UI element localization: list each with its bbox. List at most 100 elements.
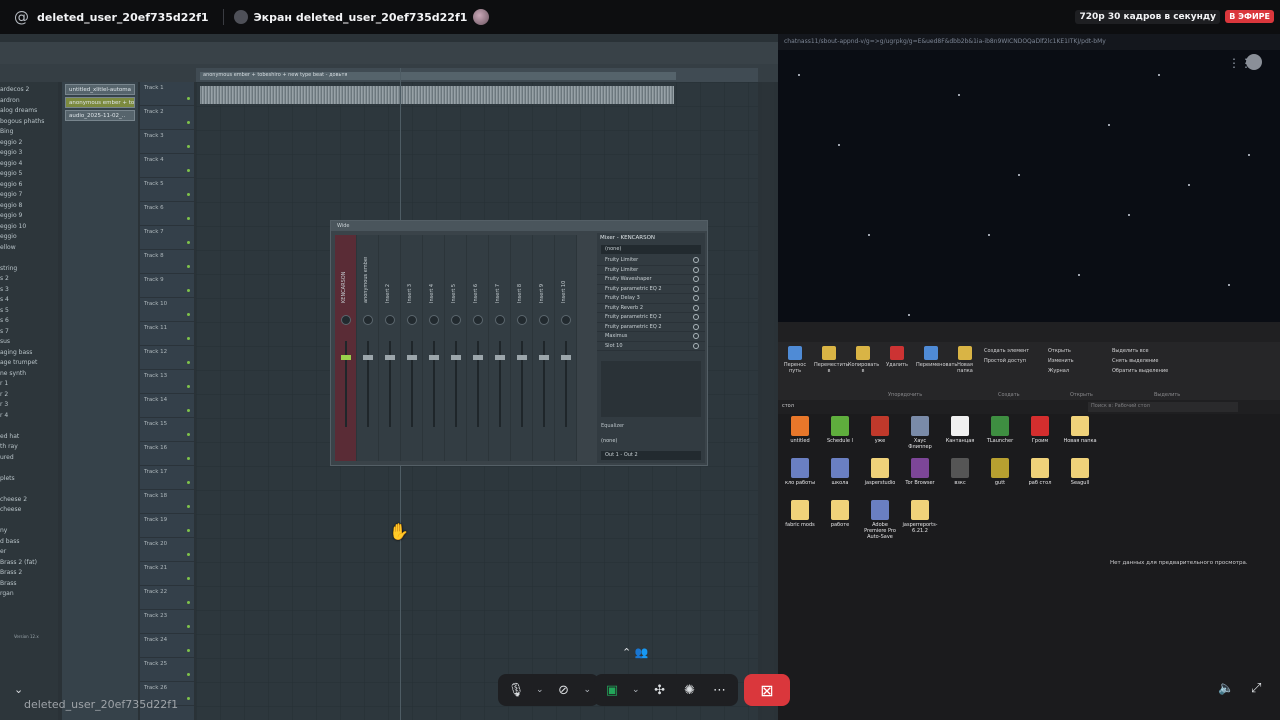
effect-slot[interactable]: Fruity parametric EQ 2 [597, 285, 705, 294]
browser-item[interactable]: Bing [0, 128, 58, 139]
track-led[interactable] [187, 217, 190, 220]
volume-fader-track[interactable] [565, 341, 567, 427]
pan-knob[interactable] [341, 315, 351, 325]
pan-knob[interactable] [429, 315, 439, 325]
select-none-button[interactable]: Снять выделение [1112, 356, 1172, 366]
browser-item[interactable]: ed hat [0, 433, 58, 444]
track-header[interactable]: Track 15 [140, 418, 194, 442]
volume-fader-track[interactable] [389, 341, 391, 427]
effect-toggle-icon[interactable] [693, 285, 699, 292]
browser-item[interactable]: string [0, 265, 58, 276]
track-led[interactable] [187, 433, 190, 436]
track-header[interactable]: Track 12 [140, 346, 194, 370]
volume-fader-track[interactable] [411, 341, 413, 427]
ribbon-move-to[interactable]: Переместить в [814, 346, 849, 396]
browser-item[interactable] [0, 485, 58, 496]
track-header[interactable]: Track 11 [140, 322, 194, 346]
mixer-strip[interactable]: Insert 5 [445, 235, 467, 461]
create-item-button[interactable]: Создать элемент [984, 346, 1044, 356]
browser-item[interactable]: s 4 [0, 296, 58, 307]
desktop-file-icon[interactable]: школа [822, 458, 858, 486]
mic-options-chevron-icon[interactable]: ⌄ [536, 685, 544, 695]
browser-item[interactable]: r 1 [0, 380, 58, 391]
address-bar[interactable]: стол Поиск в: Рабочий стол [778, 400, 1280, 414]
fl-studio-stream[interactable]: ardecos 2 ardron alog dreams bogous phaths B… [0, 34, 778, 720]
desktop-file-icon[interactable]: untitled [782, 416, 818, 444]
mixer-strip[interactable]: KENCARSON [335, 235, 357, 461]
activities-icon[interactable]: ✣ [650, 680, 670, 700]
effect-slot[interactable]: Fruity Limiter [597, 256, 705, 266]
browser-item[interactable]: cheese 2 [0, 496, 58, 507]
effect-slot[interactable]: Fruity parametric EQ 2 [597, 323, 705, 332]
browser-item[interactable]: d bass [0, 538, 58, 549]
effect-toggle-icon[interactable] [693, 323, 699, 330]
browser-item[interactable]: s 3 [0, 286, 58, 297]
track-led[interactable] [187, 601, 190, 604]
track-header[interactable]: Track 14 [140, 394, 194, 418]
browser-item[interactable] [0, 422, 58, 433]
camera-options-chevron-icon[interactable]: ⌄ [584, 685, 592, 695]
track-led[interactable] [187, 553, 190, 556]
mixer-strip[interactable]: Insert 6 [467, 235, 489, 461]
volume-fader-track[interactable] [477, 341, 479, 427]
volume-fader-handle[interactable] [451, 355, 461, 360]
pan-knob[interactable] [451, 315, 461, 325]
mixer-strip[interactable]: Insert 2 [379, 235, 401, 461]
browser-item[interactable]: eggio 8 [0, 202, 58, 213]
browser-item[interactable]: cheese [0, 506, 58, 517]
browser-item[interactable]: s 6 [0, 317, 58, 328]
track-led[interactable] [187, 505, 190, 508]
mixer-strip[interactable]: Insert 8 [511, 235, 533, 461]
desktop-file-icon[interactable]: Schedule I [822, 416, 858, 444]
track-header[interactable]: Track 13 [140, 370, 194, 394]
browser-item[interactable]: eggio 3 [0, 149, 58, 160]
track-header[interactable]: Track 20 [140, 538, 194, 562]
volume-fader-handle[interactable] [341, 355, 351, 360]
track-led[interactable] [187, 481, 190, 484]
track-header[interactable]: Track 19 [140, 514, 194, 538]
browser-item[interactable]: s 5 [0, 307, 58, 318]
volume-fader-track[interactable] [455, 341, 457, 427]
track-led[interactable] [187, 337, 190, 340]
browser-item[interactable]: plets [0, 475, 58, 486]
browser-item[interactable]: aging bass [0, 349, 58, 360]
disconnect-button[interactable]: ⊠ [744, 674, 790, 706]
track-led[interactable] [187, 457, 190, 460]
desktop-file-icon[interactable]: Adobe Premiere Pro Auto-Save [862, 500, 898, 540]
desktop-file-icon[interactable]: Новая папка [1062, 416, 1098, 444]
volume-fader-track[interactable] [521, 341, 523, 427]
effect-slot[interactable]: Slot 10 [597, 342, 705, 351]
camera-off-icon[interactable]: ⊘ [554, 680, 574, 700]
track-header[interactable]: Track 7 [140, 226, 194, 250]
track-header[interactable]: Track 21 [140, 562, 194, 586]
desktop-file-icon[interactable]: кло работы [782, 458, 818, 486]
mixer-none-select[interactable]: (none) [601, 245, 701, 254]
browser-item[interactable]: s 7 [0, 328, 58, 339]
desktop-file-icon[interactable]: gutt [982, 458, 1018, 486]
track-header[interactable]: Track 18 [140, 490, 194, 514]
browser-url[interactable]: chatnass11/sbout-appnd-v/g=>g/ugrpkg/g=E… [778, 34, 1280, 50]
browser-item[interactable]: r 4 [0, 412, 58, 423]
browser-item[interactable]: rgan [0, 590, 58, 601]
desktop-stream[interactable]: chatnass11/sbout-appnd-v/g=>g/ugrpkg/g=E… [778, 34, 1280, 720]
track-header[interactable]: Track 24 [140, 634, 194, 658]
file-explorer-window[interactable]: Перенос путь Переместить в Копировать в … [778, 322, 1280, 720]
desktop-file-icon[interactable]: TLauncher [982, 416, 1018, 444]
pan-knob[interactable] [539, 315, 549, 325]
track-led[interactable] [187, 265, 190, 268]
browser-item[interactable]: Brass [0, 580, 58, 591]
volume-fader-handle[interactable] [473, 355, 483, 360]
participants-icon[interactable]: ⌃ 👥 [622, 646, 648, 659]
pan-knob[interactable] [517, 315, 527, 325]
desktop-file-icon[interactable]: Гроим [1022, 416, 1058, 444]
mixer-eq-graph[interactable] [601, 361, 701, 417]
volume-fader-track[interactable] [433, 341, 435, 427]
track-led[interactable] [187, 529, 190, 532]
track-header[interactable]: Track 8 [140, 250, 194, 274]
screen-share-button-icon[interactable]: ▣ [602, 680, 622, 700]
desktop-file-icon[interactable]: jasperstudio [862, 458, 898, 486]
volume-fader-handle[interactable] [385, 355, 395, 360]
browser-item[interactable]: ardron [0, 97, 58, 108]
track-led[interactable] [187, 649, 190, 652]
easy-access-button[interactable]: Простой доступ [984, 356, 1044, 366]
